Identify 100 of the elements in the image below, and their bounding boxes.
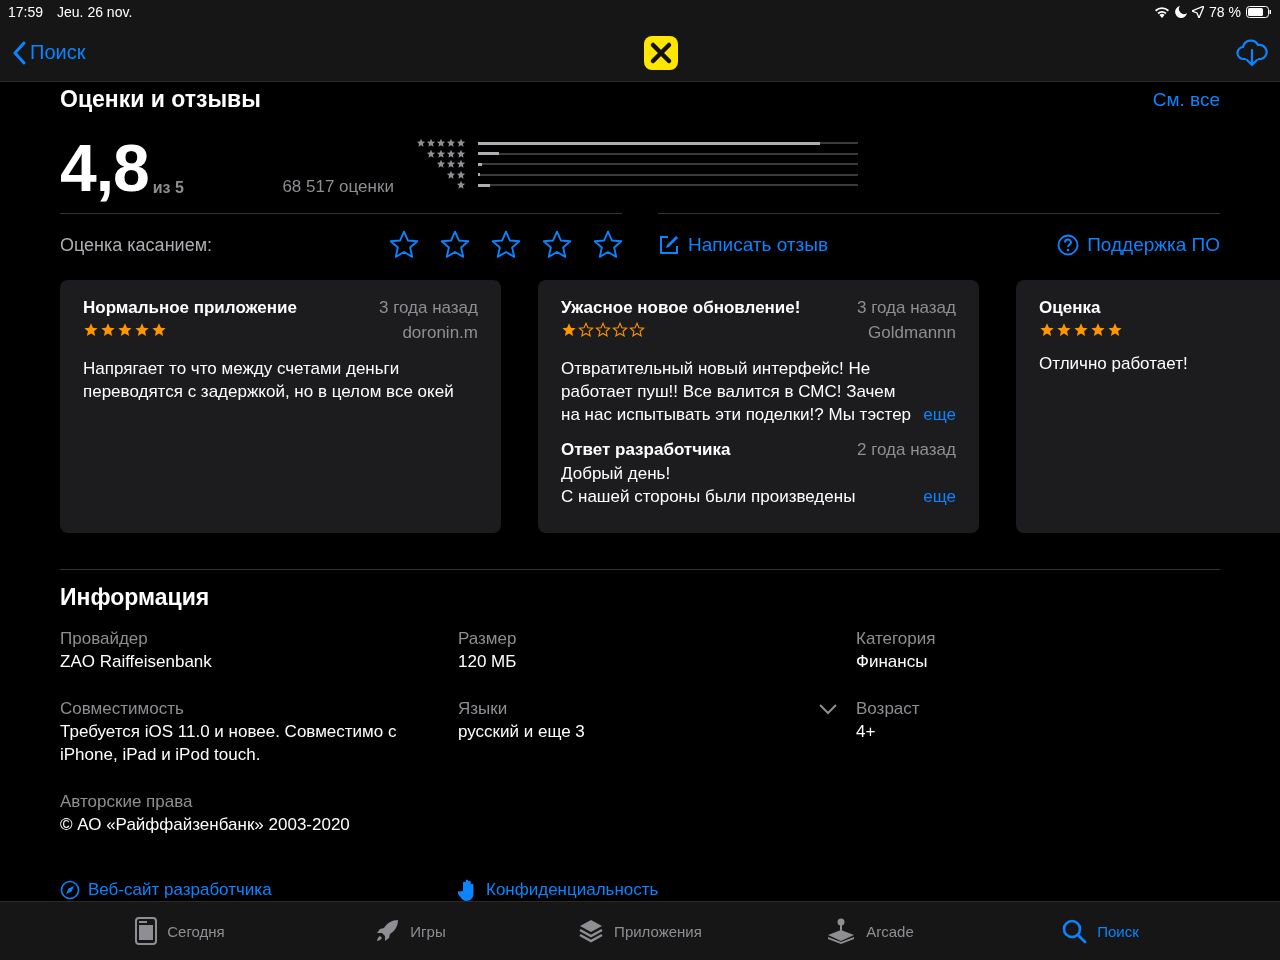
tap-to-rate-label: Оценка касанием:	[60, 234, 213, 256]
more-link[interactable]: еще	[923, 485, 956, 508]
review-title: Нормальное приложение	[83, 298, 297, 318]
review-star-icon	[100, 322, 116, 338]
app-logo-icon	[643, 35, 678, 70]
info-link[interactable]: Веб-сайт разработчика	[88, 880, 272, 900]
tab-bar-item[interactable]: Сегодня	[65, 902, 295, 960]
developer-response-title: Ответ разработчика	[561, 440, 731, 460]
help-icon	[1057, 234, 1080, 256]
average-rating: 4,8	[60, 135, 149, 201]
review-star-icon	[1107, 322, 1123, 338]
clock: 17:59	[8, 4, 44, 20]
joystick-icon	[826, 918, 857, 944]
star-icon	[435, 159, 446, 169]
star-icon	[435, 148, 446, 159]
review-star-icon	[134, 322, 150, 338]
info-label: Категория	[856, 628, 937, 650]
review-date: 3 года назад	[379, 298, 478, 318]
info-value: ZAO Raiffeisenbank	[60, 651, 213, 673]
rate-star-icon[interactable]	[388, 229, 420, 261]
review-text: Отвратительный новый интерфейс! Не работает пуш!! Все валится в СМС! Зачем на нас испытывать эти поделки!? Мы тэстер	[561, 358, 913, 426]
info-label: Размер	[458, 628, 518, 650]
star-icon	[445, 138, 456, 148]
info-label: Языки	[458, 698, 509, 720]
write-review-link[interactable]: Написать отзыв	[688, 234, 829, 256]
review-star-icon	[612, 322, 628, 338]
review-star-icon	[1073, 322, 1089, 338]
tab-bar-item[interactable]: Игры	[295, 902, 525, 960]
review-title: Ужасное новое обновление!	[561, 298, 801, 318]
info-value: 120 МБ	[458, 651, 518, 673]
review-star-icon	[1039, 322, 1055, 338]
moon-icon	[1175, 6, 1188, 18]
star-icon	[445, 148, 456, 159]
chevron-icon[interactable]	[818, 703, 838, 715]
star-icon	[425, 138, 436, 148]
compass-icon	[60, 880, 80, 900]
review-star-icon	[578, 322, 594, 338]
star-icon	[425, 148, 436, 159]
battery-percent: 78 %	[1209, 4, 1241, 20]
info-link[interactable]: Конфиденциальность	[486, 880, 659, 900]
tab-bar-item[interactable]: Arcade	[755, 902, 985, 960]
section-title: Оценки и отзывы	[60, 86, 261, 113]
star-icon	[455, 180, 466, 190]
star-icon	[455, 169, 466, 180]
compose-icon	[658, 234, 680, 256]
star-icon	[455, 159, 466, 169]
location-icon	[1192, 6, 1205, 18]
info-value: 4+	[856, 721, 877, 743]
info-value: Требуется iOS 11.0 и новее. Совместимо с iPhone, iPad и iPod touch.	[60, 721, 398, 766]
review-author: Goldmannn	[868, 323, 956, 343]
rate-star-icon[interactable]	[541, 229, 573, 261]
star-icon	[455, 148, 466, 159]
today-icon	[135, 917, 158, 945]
review-star-icon	[629, 322, 645, 338]
review-star-icon	[561, 322, 577, 338]
review-card[interactable]: Оценка Отлично работает!	[1016, 280, 1280, 533]
section-title: Информация	[60, 584, 211, 611]
wifi-icon	[1154, 6, 1171, 18]
rate-star-icon[interactable]	[439, 229, 471, 261]
layers-icon	[578, 918, 605, 944]
review-text: Напрягает то что между счетами деньги переводятся с задержкой, но в целом все окей	[83, 358, 455, 403]
rating-scale: из 5	[152, 179, 184, 197]
info-label: Провайдер	[60, 628, 149, 650]
info-label: Возраст	[856, 698, 921, 720]
more-link[interactable]: еще	[923, 403, 956, 426]
info-label: Авторские права	[60, 791, 194, 813]
star-icon	[415, 138, 426, 148]
cloud-download-icon[interactable]	[1236, 38, 1268, 67]
search-icon	[1061, 918, 1088, 944]
response-date: 2 года назад	[857, 440, 956, 460]
review-author: doronin.m	[402, 323, 478, 343]
response-text: Добрый день! С нашей стороны были произведены	[561, 463, 857, 508]
rocket-icon	[374, 918, 401, 944]
see-all-link[interactable]: См. все	[1152, 88, 1220, 111]
tab-bar-item[interactable]: Приложения	[525, 902, 755, 960]
review-star-icon	[117, 322, 133, 338]
info-value: © АО «Райффайзенбанк» 2003-2020	[60, 814, 351, 836]
review-card[interactable]	[538, 280, 979, 533]
info-label: Совместимость	[60, 698, 185, 720]
rate-star-icon[interactable]	[592, 229, 624, 261]
star-icon	[445, 169, 456, 180]
rating-count: 68 517 оценки	[281, 177, 394, 197]
review-card[interactable]: Нормальное приложение 3 года назад doronin.m Напрягает то что между счетами деньги переводятся с задержкой, но в целом все окей	[60, 280, 501, 533]
review-star-icon	[1056, 322, 1072, 338]
info-value: русский и еще 3	[458, 721, 586, 743]
review-star-icon	[83, 322, 99, 338]
tab-bar-item[interactable]: Поиск	[985, 902, 1215, 960]
back-button[interactable]: Поиск	[12, 40, 86, 65]
review-title: Оценка	[1039, 298, 1101, 318]
review-date: 3 года назад	[857, 298, 956, 318]
review-star-icon	[151, 322, 167, 338]
support-link[interactable]: Поддержка ПО	[1087, 234, 1220, 256]
battery-icon	[1246, 6, 1272, 18]
star-icon	[455, 138, 466, 148]
star-icon	[435, 138, 446, 148]
review-star-icon	[1090, 322, 1106, 338]
rate-star-icon[interactable]	[490, 229, 522, 261]
info-value: Финансы	[856, 651, 929, 673]
date: Jeu. 26 nov.	[57, 4, 133, 20]
review-star-icon	[595, 322, 611, 338]
